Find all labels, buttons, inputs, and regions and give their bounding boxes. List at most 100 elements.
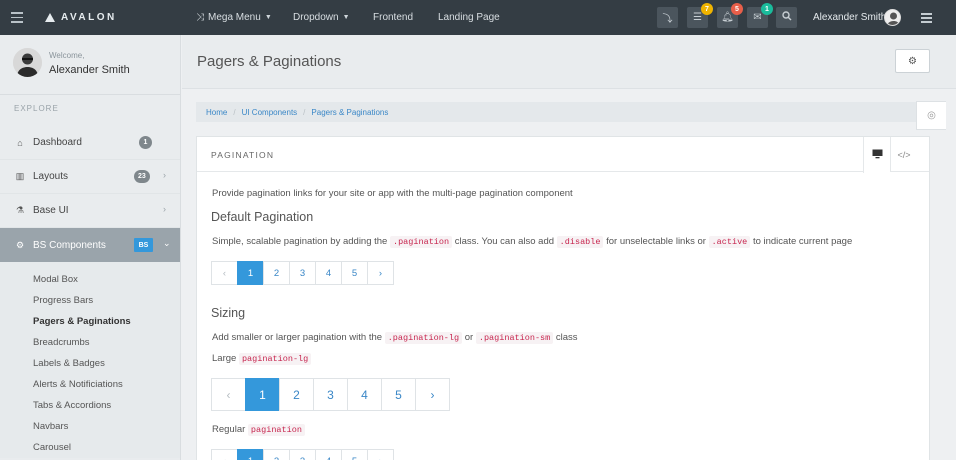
pagination-page[interactable]: 3 — [313, 378, 348, 411]
submenu-item-carousel[interactable]: Carousel — [0, 437, 180, 458]
avatar[interactable] — [13, 48, 42, 77]
pagination-page[interactable]: 4 — [315, 449, 342, 460]
pagination-page[interactable]: 1 — [245, 378, 280, 411]
pagination-page[interactable]: 2 — [263, 261, 290, 285]
default-pagination-description: Simple, scalable pagination by adding th… — [212, 236, 852, 248]
breadcrumb-separator: / — [303, 107, 306, 117]
code-snippet: pagination-lg — [238, 353, 312, 365]
pagination-page[interactable]: 2 — [263, 449, 290, 460]
pagination-page[interactable]: 3 — [289, 261, 316, 285]
submenu-item-labels-badges[interactable]: Labels & Badges — [0, 353, 180, 374]
nav-label: Landing Page — [438, 12, 500, 23]
submenu-item-alerts[interactable]: Alerts & Notificiations — [0, 374, 180, 395]
pagination-page[interactable]: 3 — [289, 449, 316, 460]
submenu-item-navbars[interactable]: Navbars — [0, 416, 180, 437]
chevron-down-icon: ⌄ — [163, 238, 171, 248]
breadcrumb-home[interactable]: Home — [206, 108, 227, 117]
code-snippet: pagination — [247, 424, 305, 436]
sizing-heading: Sizing — [211, 306, 246, 320]
large-pagination: ‹ 1 2 3 4 5 › — [211, 378, 450, 411]
nav-frontend[interactable]: Frontend — [373, 12, 413, 23]
pagination-page[interactable]: 4 — [315, 261, 342, 285]
brand-logo-icon — [45, 13, 55, 22]
sidebar-item-base-ui[interactable]: ⚗ Base UI › — [0, 194, 180, 228]
sidebar: Welcome, Alexander Smith EXPLORE ⌂ Dashb… — [0, 35, 181, 460]
envelope-icon: ✉ — [753, 12, 762, 23]
pagination-page[interactable]: 5 — [341, 449, 368, 460]
default-pagination-heading: Default Pagination — [211, 210, 314, 224]
nav-mega-menu[interactable]: ⤨ Mega Menu ▼ — [196, 12, 272, 23]
nav-dropdown[interactable]: Dropdown ▼ — [293, 12, 350, 23]
breadcrumb-separator: / — [233, 107, 236, 117]
bell-icon: 🔔︎ — [721, 12, 734, 23]
search-button[interactable] — [776, 7, 797, 28]
desc-text: class. You can also add — [454, 236, 555, 247]
theme-settings-tab[interactable]: ◎ — [916, 101, 946, 130]
chevron-down-icon: ▼ — [264, 14, 272, 21]
submenu-item-breadcrumbs[interactable]: Breadcrumbs — [0, 332, 180, 353]
tab-preview[interactable] — [863, 137, 890, 173]
breadcrumb-ui-components[interactable]: UI Components — [242, 108, 298, 117]
cogs-icon: ⚙ — [15, 239, 25, 250]
sidebar-submenu: Modal Box Progress Bars Pagers & Paginat… — [0, 262, 180, 458]
panel-header: PAGINATION </> — [197, 137, 929, 173]
pagination-page[interactable]: 1 — [237, 449, 264, 460]
code-snippet: .active — [708, 236, 751, 248]
palette-icon: ◎ — [927, 110, 936, 121]
avatar[interactable] — [884, 9, 901, 26]
submenu-item-tabs-accordions[interactable]: Tabs & Accordions — [0, 395, 180, 416]
settings-button[interactable]: ⚙ — [895, 49, 930, 73]
pagination-page[interactable]: 2 — [279, 378, 314, 411]
columns-icon: ▥ — [15, 171, 25, 181]
notifications-button[interactable]: 🔔︎ 5 — [717, 3, 743, 28]
pagination-page[interactable]: 5 — [341, 261, 368, 285]
pagination-next[interactable]: › — [367, 449, 394, 460]
pagination-page[interactable]: 1 — [237, 261, 264, 285]
user-menu-name[interactable]: Alexander Smith — [813, 12, 886, 23]
tab-code[interactable]: </> — [890, 137, 917, 172]
sidebar-item-label: Dashboard — [33, 137, 82, 148]
menu-toggle-icon[interactable] — [11, 12, 23, 26]
tasks-button[interactable]: ☰ 7 — [687, 3, 713, 28]
pagination-prev[interactable]: ‹ — [211, 261, 238, 285]
chevron-right-icon: › — [163, 204, 166, 214]
breadcrumb: Home / UI Components / Pagers & Paginati… — [196, 102, 930, 122]
messages-badge: 1 — [761, 3, 773, 15]
pagination-page[interactable]: 5 — [381, 378, 416, 411]
code-snippet: .pagination-sm — [475, 332, 554, 344]
nav-label: Mega Menu — [208, 12, 261, 23]
sizing-description: Add smaller or larger pagination with th… — [212, 332, 578, 344]
nav-landing-page[interactable]: Landing Page — [438, 12, 500, 23]
intro-text: Provide pagination links for your site o… — [212, 188, 573, 199]
sidebar-item-bs-components[interactable]: ⚙ BS Components BS ⌄ — [0, 228, 180, 262]
sidebar-item-dashboard[interactable]: ⌂ Dashboard 1 — [0, 126, 180, 160]
sidebar-item-layouts[interactable]: ▥ Layouts 23 › — [0, 160, 180, 194]
submenu-item-modal-box[interactable]: Modal Box — [0, 269, 180, 290]
sidebar-item-label: Base UI — [33, 205, 69, 216]
pagination-prev[interactable]: ‹ — [211, 449, 238, 460]
submenu-item-pagers-paginations[interactable]: Pagers & Paginations — [0, 311, 180, 332]
desc-text: Large — [212, 353, 237, 364]
messages-button[interactable]: ✉ 1 — [747, 3, 773, 28]
welcome-text: Welcome, — [49, 51, 85, 60]
count-badge: 1 — [139, 136, 152, 149]
brand[interactable]: AVALON — [45, 12, 117, 23]
pagination-next[interactable]: › — [367, 261, 394, 285]
gear-icon: ⚙ — [908, 55, 917, 67]
home-icon: ⌂ — [17, 137, 23, 148]
right-menu-icon[interactable] — [921, 13, 932, 25]
submenu-item-progress-bars[interactable]: Progress Bars — [0, 290, 180, 311]
shuffle-icon: ⤨ — [196, 12, 204, 23]
large-label: Large pagination-lg — [212, 353, 312, 365]
pagination-page[interactable]: 4 — [347, 378, 382, 411]
default-pagination: ‹ 1 2 3 4 5 › — [211, 261, 394, 285]
page-header: Pagers & Paginations ⚙ — [182, 35, 956, 89]
breadcrumb-current[interactable]: Pagers & Paginations — [311, 108, 388, 117]
sidebar-item-label: BS Components — [33, 239, 106, 251]
level-down-icon: ⤵ — [662, 14, 673, 25]
level-down-button[interactable]: ⤵ — [657, 7, 678, 28]
pagination-prev[interactable]: ‹ — [211, 378, 246, 411]
desc-text: Add smaller or larger pagination with th… — [212, 332, 383, 343]
brand-name: AVALON — [61, 12, 117, 23]
pagination-next[interactable]: › — [415, 378, 450, 411]
